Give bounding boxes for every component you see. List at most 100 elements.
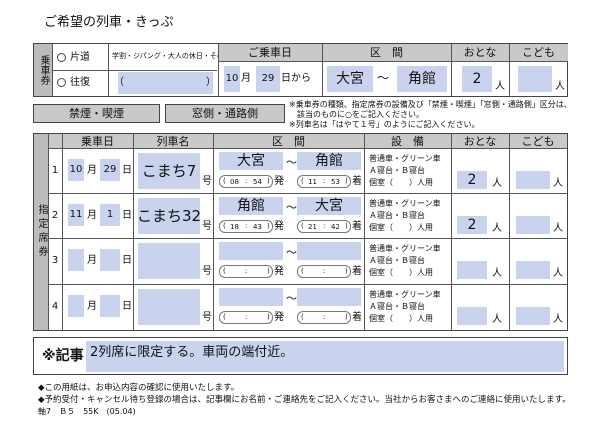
ticket-month-value: 10 xyxy=(225,73,239,84)
row-tilde: ～ xyxy=(286,201,297,214)
row-train-field[interactable]: こまち7 xyxy=(138,153,200,189)
row-adults-field[interactable]: 2 xyxy=(457,216,487,234)
ticket-date-header: ご乗車日 xyxy=(248,46,292,59)
row-dep-time-field[interactable]: ( 08 : 54 ) xyxy=(219,175,273,188)
row-child-field[interactable] xyxy=(516,171,550,189)
ticket-from-value: 大宮 xyxy=(336,71,364,87)
row-dep-time-field[interactable]: ( : ) xyxy=(219,311,273,324)
row-dep-unit: 発 xyxy=(274,266,284,277)
ticket-day-unit: 日から xyxy=(281,73,311,84)
row-from-field[interactable] xyxy=(219,242,283,260)
ticket-side-label: 乗車券 xyxy=(34,44,52,96)
row-day-unit: 日 xyxy=(122,165,132,176)
katamichi-label: 片道 xyxy=(70,52,90,63)
ticket-to-value: 角館 xyxy=(408,71,436,87)
row-from-value: 大宮 xyxy=(237,153,265,169)
row-number: 4 xyxy=(51,301,59,312)
note-line-1: ※乗車券の種類、指定席券の設備及び「禁煙・喫煙」「窓側・通路側」区分は、 xyxy=(289,100,572,109)
row-adults-field[interactable] xyxy=(457,261,487,279)
facility-line-1: 普通車・グリーン車 xyxy=(369,154,441,163)
row-to-field[interactable] xyxy=(297,242,361,260)
row-child-field[interactable] xyxy=(516,307,550,325)
row-arr-unit: 着 xyxy=(352,221,362,232)
facility-line-1: 普通車・グリーン車 xyxy=(369,199,441,208)
row-arr-hour: 11 xyxy=(308,178,317,186)
remarks-field[interactable]: 2列席に限定する。車両の端付近。 xyxy=(86,341,564,372)
row-arr-time-field[interactable]: ( 21 : 42 ) xyxy=(297,220,351,233)
row-day-value: 1 xyxy=(106,209,114,220)
row-arr-minute: 53 xyxy=(331,178,340,186)
facility-line-2: Ａ寝台・Ｂ寝台 xyxy=(369,211,425,220)
reserved-train-header: 列車名 xyxy=(156,135,190,148)
ticket-to-field[interactable]: 角館 xyxy=(397,66,447,92)
ticket-child-header: こども xyxy=(522,46,555,59)
row-month-field[interactable] xyxy=(68,295,84,317)
facility-line-2: Ａ寝台・Ｂ寝台 xyxy=(369,256,425,265)
row-train-field[interactable] xyxy=(138,243,200,279)
row-adults-unit: 人 xyxy=(492,314,502,325)
row-from-field[interactable] xyxy=(219,288,283,306)
katamichi-circle[interactable] xyxy=(57,53,66,62)
row-tilde: ～ xyxy=(286,246,297,259)
row-day-field[interactable] xyxy=(100,295,120,317)
row-month-field[interactable]: 11 xyxy=(68,204,84,226)
row-from-field[interactable]: 角館 xyxy=(219,197,283,215)
row-adults-unit: 人 xyxy=(492,223,502,234)
smoking-option-box[interactable]: 禁煙・喫煙 xyxy=(33,104,160,123)
row-train-field[interactable]: こまち32 xyxy=(137,198,201,234)
row-child-unit: 人 xyxy=(553,178,563,189)
row-child-field[interactable] xyxy=(516,261,550,279)
row-from-field[interactable]: 大宮 xyxy=(219,152,283,170)
row-number: 1 xyxy=(51,165,59,176)
row-day-field[interactable]: 29 xyxy=(100,159,120,181)
row-month-unit: 月 xyxy=(87,210,97,221)
ticket-child-field[interactable] xyxy=(518,66,552,92)
row-adults-unit: 人 xyxy=(492,178,502,189)
row-arr-time-field[interactable]: ( 11 : 53 ) xyxy=(297,175,351,188)
row-go-unit: 号 xyxy=(202,221,212,232)
row-dep-unit: 発 xyxy=(274,312,284,323)
row-go-unit: 号 xyxy=(202,266,212,277)
row-dep-time-field[interactable]: ( 18 : 43 ) xyxy=(219,220,273,233)
row-train-field[interactable] xyxy=(138,289,200,325)
row-child-unit: 人 xyxy=(553,314,563,325)
row-month-field[interactable] xyxy=(68,249,84,271)
row-to-field[interactable] xyxy=(297,288,361,306)
row-day-field[interactable]: 1 xyxy=(100,204,120,226)
seat-option-label: 窓側・通路側 xyxy=(192,107,258,120)
seat-option-box[interactable]: 窓側・通路側 xyxy=(165,104,285,123)
row-month-field[interactable]: 10 xyxy=(68,159,84,181)
row-dep-unit: 発 xyxy=(274,221,284,232)
note-line-3: ※列車名は「はやて１号」のようにご記入ください。 xyxy=(289,120,480,129)
note-line-2: 該当のものに○をご記入ください。 xyxy=(289,110,424,119)
row-arr-time-field[interactable]: ( : ) xyxy=(297,311,351,324)
row-number: 2 xyxy=(51,210,59,221)
row-child-field[interactable] xyxy=(516,216,550,234)
ticket-adults-field[interactable]: 2 xyxy=(462,66,492,92)
row-dep-time-field[interactable]: ( : ) xyxy=(219,265,273,278)
ticket-from-field[interactable]: 大宮 xyxy=(327,66,373,92)
ticket-day-field[interactable]: 29 xyxy=(256,66,280,92)
row-dep-hour: 18 xyxy=(230,223,239,231)
row-month-value: 10 xyxy=(69,164,83,175)
row-adults-value: 2 xyxy=(467,172,477,188)
row-to-field[interactable]: 大宮 xyxy=(297,197,361,215)
row-child-unit: 人 xyxy=(553,268,563,279)
ticket-section-header: 区 間 xyxy=(370,46,403,59)
facility-line-2: Ａ寝台・Ｂ寝台 xyxy=(369,302,425,311)
row-arr-time-field[interactable]: ( : ) xyxy=(297,265,351,278)
row-tilde: ～ xyxy=(286,292,297,305)
ticket-adults-value: 2 xyxy=(472,71,482,87)
row-day-field[interactable] xyxy=(100,249,120,271)
row-go-unit: 号 xyxy=(202,312,212,323)
row-day-unit: 日 xyxy=(122,301,132,312)
ticket-month-field[interactable]: 10 xyxy=(224,66,240,92)
footer-line-2: ◆予約受付・キャンセル待ち登録の場合は、記事欄にお名前・ご連絡先をご記入ください… xyxy=(38,395,571,405)
oufuku-circle[interactable] xyxy=(57,78,66,87)
row-to-field[interactable]: 角館 xyxy=(297,152,361,170)
discount-field[interactable] xyxy=(118,72,213,94)
row-adults-field[interactable]: 2 xyxy=(457,171,487,189)
reserved-child-header: こども xyxy=(521,135,555,148)
row-adults-field[interactable] xyxy=(457,307,487,325)
row-dep-minute: 43 xyxy=(253,223,262,231)
